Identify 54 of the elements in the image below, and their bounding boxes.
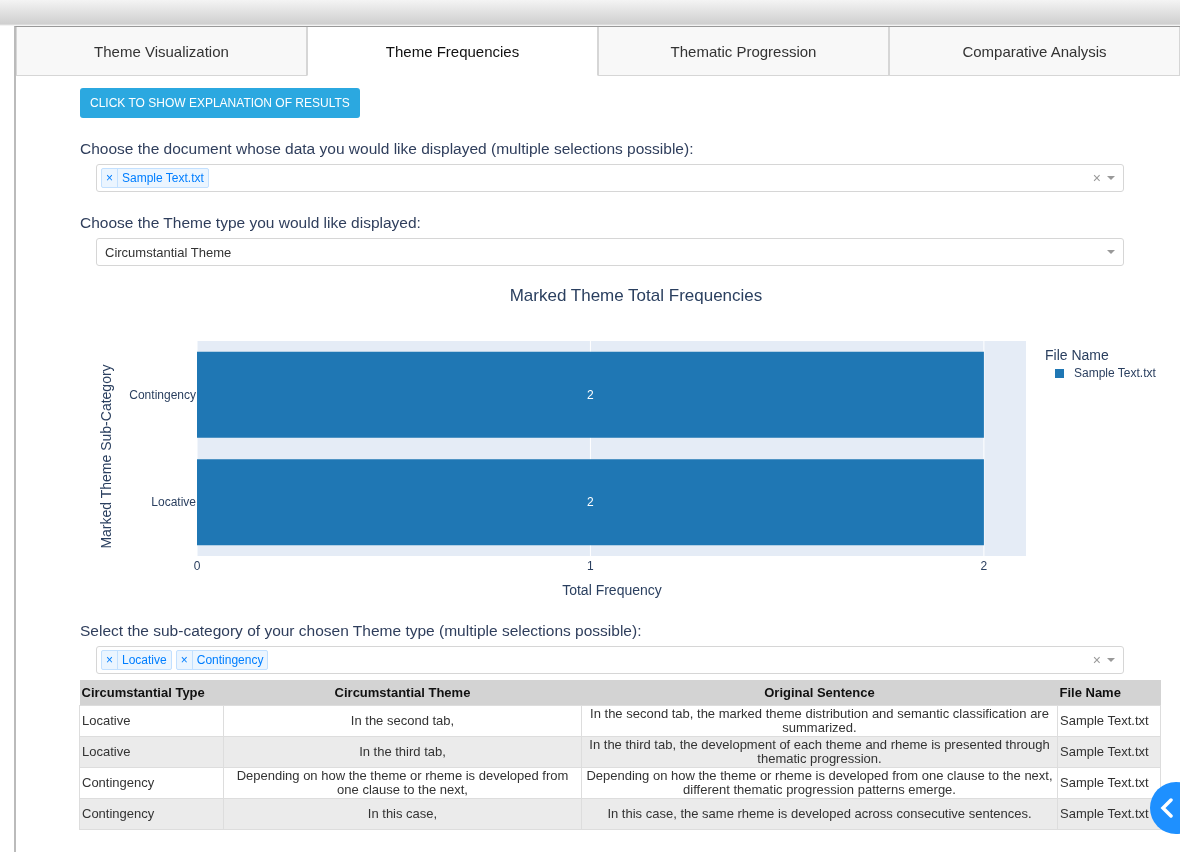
table-cell: Contingency [79,798,224,830]
tab[interactable]: Comparative Analysis [889,27,1180,76]
column-header: Circumstantial Theme [223,680,582,706]
legend-swatch [1055,369,1064,378]
data-label: 2 [587,387,594,402]
field-label: Choose the Theme type you would like displayed: [80,214,422,232]
table-cell: In this case, the same rheme is developed across consecutive sentences. [581,798,1058,830]
tab[interactable]: Thematic Progression [598,27,889,76]
axis-title: Marked Theme Sub-Category [98,364,114,549]
tab[interactable]: Theme Visualization [16,27,307,76]
selected-chip[interactable]: Contingency [196,653,268,667]
caret-icon[interactable] [1107,176,1115,180]
tab[interactable]: Theme Frequencies [307,27,598,76]
document-select[interactable]: × Sample Text.txt × [96,164,1124,192]
table-cell: In the second tab, the marked theme distribution and semantic classification are summarized. [581,705,1058,737]
field-label: Select the sub-category of your chosen Theme type (multiple selections possible): [80,622,643,640]
field-label: Choose the document whose data you would like displayed (multiple selections possible): [80,140,695,158]
remove-chip-button[interactable]: × [102,651,118,669]
selected-chip[interactable]: Sample Text.txt [122,171,208,185]
selected-chip[interactable]: Locative [122,653,171,667]
table-cell: Contingency [79,767,224,799]
column-header: Original Sentence [581,680,1058,706]
table-cell: In the third tab, [223,736,582,768]
data-label: 2 [587,495,594,510]
legend-title: File Name [1045,347,1109,363]
theme-type-select[interactable]: Circumstantial Theme [96,238,1124,266]
column-header: File Name [1057,680,1161,706]
table-cell: Locative [79,736,224,768]
table-cell: Depending on how the theme or rheme is developed from one clause to the next, [223,767,582,799]
table-cell: In this case, [223,798,582,830]
remove-chip-button[interactable]: × [102,169,118,187]
axis-title: Total Frequency [562,582,662,598]
table-cell: Locative [79,705,224,737]
category-label: Locative [151,495,196,510]
remove-chip-button[interactable]: × [176,651,193,669]
caret-icon[interactable] [1107,658,1115,662]
table-cell: Sample Text.txt [1057,736,1161,768]
table-cell: Depending on how the theme or rheme is developed from one clause to the next, different thematic progression patterns emerge. [581,767,1058,799]
tick-label: 1 [587,559,594,573]
chart-title: Marked Theme Total Frequencies [509,286,763,305]
table-cell: Sample Text.txt [1057,705,1161,737]
tick-label: 2 [980,559,988,573]
table-cell: In the third tab, the development of each theme and rheme is presented through thematic progression. [581,736,1058,768]
table-cell: In the second tab, [223,705,582,737]
chevron-left-icon [1160,798,1174,818]
legend-label: Sample Text.txt [1074,366,1156,380]
category-label: Contingency [129,387,196,402]
tick-label: 0 [193,559,201,573]
clear-icon[interactable]: × [1092,652,1101,668]
column-header: Circumstantial Type [79,680,224,706]
caret-icon[interactable] [1107,250,1115,254]
clear-icon[interactable]: × [1092,170,1101,186]
subcategory-select[interactable]: × Locative × Contingency × [96,646,1124,674]
explanation-button[interactable]: CLICK TO SHOW EXPLANATION OF RESULTS [80,88,360,118]
